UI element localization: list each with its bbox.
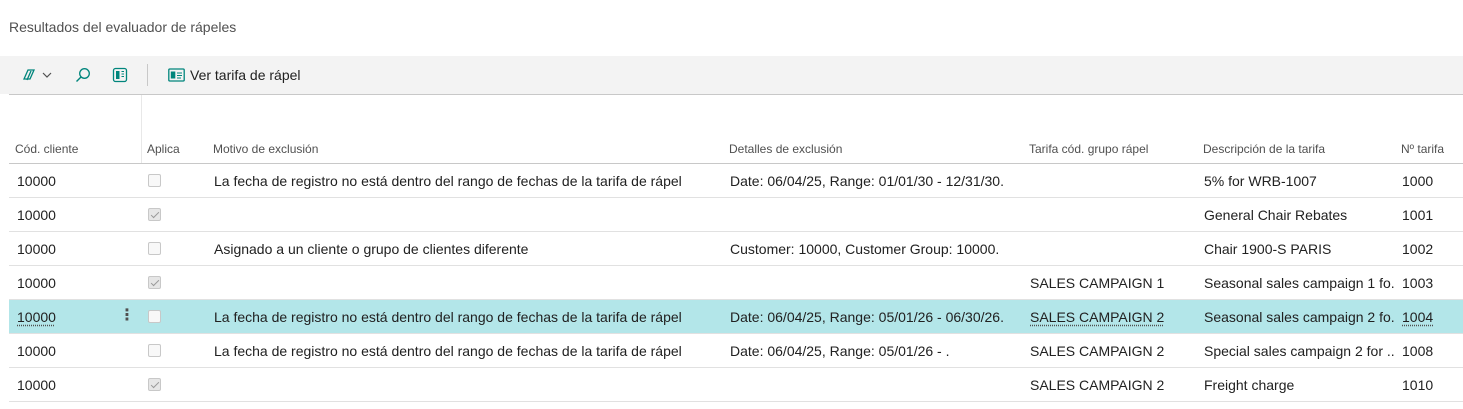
table-row[interactable]: 10000 La fecha de registro no está dentro… [9,334,1463,368]
copilot-icon [22,69,36,81]
cell-tariff-no[interactable]: 1004 [1402,300,1457,333]
cell-description: Seasonal sales campaign 2 fo... [1204,309,1394,325]
cell-group[interactable]: SALES CAMPAIGN 2 [1030,368,1195,401]
page-title: Resultados del evaluador de rápeles [9,19,237,35]
cell-details: Date: 06/04/25, Range: 05/01/26 - . [730,343,950,359]
cell-customer[interactable]: 10000 [17,334,77,367]
cell-details: Date: 06/04/25, Range: 05/01/26 - 06/30/… [730,309,1004,325]
cell-customer[interactable]: 10000 [17,164,77,197]
layout-icon [112,67,128,83]
cell-customer[interactable]: 10000 [17,266,77,299]
cell-customer[interactable]: 10000 [17,232,77,265]
cell-tariff-no[interactable]: 1000 [1402,164,1457,197]
applies-checkbox [148,310,161,323]
cell-description: Freight charge [1204,377,1295,393]
col-header-group[interactable]: Tarifa cód. grupo rápel [1029,142,1148,156]
cell-details [730,198,1020,231]
layout-button[interactable] [112,67,128,83]
cell-tariff-no[interactable]: 1001 [1402,198,1457,231]
cell-group[interactable] [1030,232,1195,265]
cell-reason: Asignado a un cliente o grupo de cliente… [214,241,529,257]
applies-checkbox [148,242,161,255]
cell-tariff-no[interactable]: 1002 [1402,232,1457,265]
cell-group[interactable]: SALES CAMPAIGN 1 [1030,266,1195,299]
cell-description: Seasonal sales campaign 1 fo... [1204,275,1394,291]
applies-checkbox [148,378,161,391]
cell-details [730,266,1020,299]
cell-description: 5% for WRB-1007 [1204,173,1317,189]
cell-customer[interactable]: 10000 [17,368,77,401]
view-tariff-label: Ver tarifa de rápel [190,67,301,83]
table-row[interactable]: 10000 SALES CAMPAIGN 1 Seasonal sales camp… [9,266,1463,300]
row-actions-menu-icon[interactable]: ⋮ [119,300,135,333]
cell-group[interactable] [1030,164,1195,197]
cell-reason [214,266,719,299]
table-row[interactable]: 10000 SALES CAMPAIGN 2 Freight charge 1010 [9,368,1463,402]
cell-reason [214,198,719,231]
cell-details: Date: 06/04/25, Range: 01/01/30 - 12/31/… [730,173,1004,189]
cell-tariff-no[interactable]: 1008 [1402,334,1457,367]
col-header-applies[interactable]: Aplica [147,142,180,156]
table-row[interactable]: 10000 ⋮ La fecha de registro no está dentr… [9,300,1463,334]
toolbar-divider [147,64,148,86]
search-icon [76,68,90,82]
view-tariff-button[interactable]: Ver tarifa de rápel [168,67,301,83]
col-header-reason[interactable]: Motivo de exclusión [213,142,318,156]
action-bar: Ver tarifa de rápel [0,56,1463,94]
col-header-customer[interactable]: Cód. cliente [15,142,78,156]
cell-group[interactable] [1030,198,1195,231]
cell-description: Special sales campaign 2 for ... [1204,343,1394,359]
table-row[interactable]: 10000 La fecha de registro no está dentro… [9,164,1463,198]
cell-customer[interactable]: 10000 [17,198,77,231]
cell-details [730,368,1020,401]
col-header-description[interactable]: Descripción de la tarifa [1203,142,1325,156]
search-button[interactable] [75,67,91,83]
applies-checkbox [148,344,161,357]
cell-reason: La fecha de registro no está dentro del … [214,309,682,325]
chevron-down-icon [42,72,52,78]
col-header-details[interactable]: Detalles de exclusión [729,142,842,156]
cell-description: Chair 1900-S PARIS [1204,241,1332,257]
cell-reason [214,368,719,401]
applies-checkbox [148,174,161,187]
copilot-menu-button[interactable] [21,67,53,83]
applies-checkbox [148,208,161,221]
cell-customer[interactable]: 10000 [17,300,77,333]
cell-tariff-no[interactable]: 1003 [1402,266,1457,299]
table-row[interactable]: 10000 Asignado a un cliente o grupo de cl… [9,232,1463,266]
cell-reason: La fecha de registro no está dentro del … [214,343,682,359]
frozen-column-divider [141,95,142,163]
cell-group[interactable]: SALES CAMPAIGN 2 [1030,300,1195,333]
col-header-tariff-no[interactable]: Nº tarifa [1401,142,1444,156]
cell-reason: La fecha de registro no está dentro del … [214,173,682,189]
cell-group[interactable]: SALES CAMPAIGN 2 [1030,334,1195,367]
tariff-card-icon [168,68,185,82]
cell-description: General Chair Rebates [1204,207,1348,223]
applies-checkbox [148,276,161,289]
cell-details: Customer: 10000, Customer Group: 10000. [730,241,1000,257]
cell-tariff-no[interactable]: 1010 [1402,368,1457,401]
table-row[interactable]: 10000 General Chair Rebates 1001 [9,198,1463,232]
